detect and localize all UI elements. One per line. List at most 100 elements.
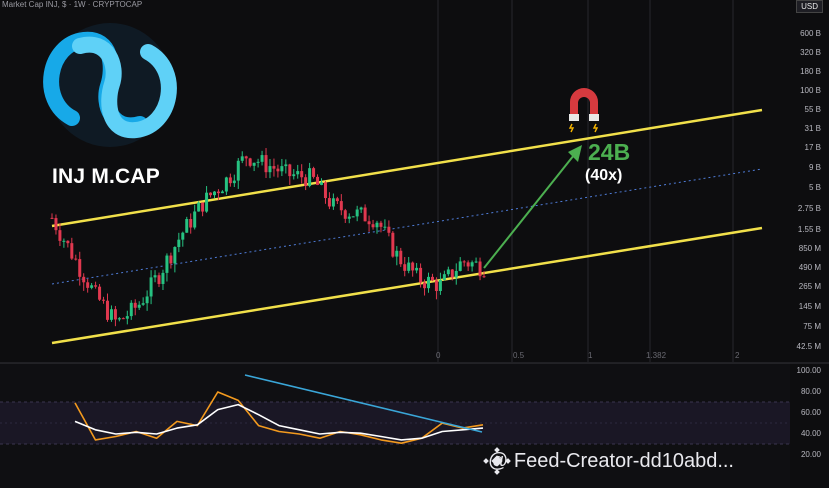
candle-body [446,269,450,275]
candle-body [403,264,407,271]
candle-body [205,192,209,212]
candle-body [260,155,264,162]
chart-header: Market Cap INJ, $ · 1W · CRYPTOCAP [2,0,143,9]
candle-body [228,177,232,184]
candle-body [133,302,137,308]
candle-body [86,282,90,288]
candle-body [379,222,383,227]
candle-body [137,304,141,308]
candle-body [482,276,486,278]
price-tick: 2.75 B [797,204,821,213]
candle-body [248,158,252,166]
candle-body [165,255,169,273]
candle-body [54,218,58,231]
candle-body [399,250,403,265]
candle-body [375,222,379,228]
fib-label: 1.382 [646,351,667,360]
candle-body [256,161,260,163]
candle-body [70,243,74,259]
candle-body [288,164,292,177]
osc-tick: 80.00 [800,387,821,396]
candle-body [94,285,98,287]
candle-body [474,261,478,263]
multiple-label: (40x) [585,167,623,184]
candle-body [232,180,236,184]
candle-body [276,168,280,172]
candle-body [181,232,185,240]
candle-body [216,191,220,194]
candle-body [193,211,197,228]
candle-body [284,164,288,167]
candle-body [458,261,462,271]
candle-body [149,277,153,297]
candle-body [466,262,470,267]
candle-body [244,156,248,159]
candle-body [268,166,272,173]
candle-body [113,309,117,320]
candle-body [212,191,216,196]
candle-body [201,202,205,212]
candle-body [105,300,109,320]
candle-body [98,286,102,300]
page-title: INJ M.CAP [52,165,160,188]
candle-body [62,240,66,242]
candle-body [391,232,395,257]
candle-body [371,224,375,228]
candle-body [347,216,351,219]
candle-body [434,280,438,292]
candle-body [359,207,363,210]
target-label: 24B [588,139,631,165]
price-tick: 100 B [800,86,821,95]
candle-body [185,219,189,233]
candle-body [304,177,308,187]
candle-body [66,240,70,244]
watermark: @ Feed-Creator-dd10abd... [488,450,734,472]
candle-body [470,262,474,267]
candle-body [173,247,177,264]
candle-body [438,279,442,292]
candle-body [252,162,256,166]
candle-body [197,202,201,212]
currency-badge[interactable]: USD [796,0,823,13]
fib-label: 0.5 [513,351,525,360]
candle-body [415,267,419,271]
candle-body [292,174,296,177]
candle-body [387,226,391,233]
candle-body [411,262,415,271]
candle-body [407,262,411,271]
price-tick: 5 B [808,183,821,192]
candle-body [117,318,121,320]
candle-body [224,177,228,192]
price-tick: 42.5 M [796,342,821,351]
price-tick: 490 M [798,263,821,272]
candle-body [74,258,78,260]
candle-body [157,275,161,284]
candle-body [316,176,320,185]
candle-body [82,276,86,283]
price-tick: 850 M [798,244,821,253]
price-tick: 17 B [804,143,821,152]
candle-body [236,160,240,181]
candle-body [355,209,359,217]
candle-body [220,191,224,194]
candle-body [296,171,300,175]
candle-body [367,221,371,225]
candle-body [454,270,458,278]
price-tick: 145 M [798,302,821,311]
candle-body [125,316,129,319]
candle-body [331,198,335,207]
candle-body [141,303,145,305]
candle-body [478,261,482,277]
fib-label: 0 [436,351,441,360]
price-tick: 1.55 B [797,225,821,234]
candle-body [300,171,304,178]
candle-body [395,250,399,257]
candle-body [363,207,367,222]
price-tick: 600 B [800,29,821,38]
candle-body [335,198,339,202]
candle-body [343,210,347,219]
candle-body [264,155,268,173]
candle-body [145,296,149,304]
osc-tick: 40.00 [800,429,821,438]
candle-body [423,282,427,289]
